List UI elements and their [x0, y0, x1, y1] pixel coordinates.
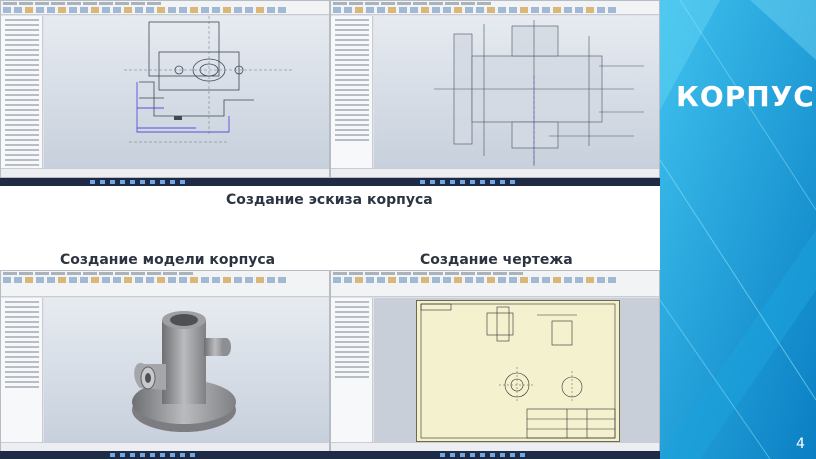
ribbon-toolbar — [1, 1, 329, 15]
decorative-panel — [660, 0, 816, 459]
page-number: 4 — [796, 436, 805, 452]
slide-title: КОРПУС — [676, 80, 815, 113]
model-browser-panel — [331, 298, 373, 442]
status-bar — [1, 442, 329, 451]
sketch-screenshot-left — [0, 0, 330, 178]
caption-model: Создание модели корпуса — [60, 252, 276, 268]
status-bar — [1, 168, 329, 177]
sketch-drawing — [124, 16, 294, 143]
taskbar — [0, 451, 330, 459]
ribbon-toolbar — [331, 1, 659, 15]
model-screenshot — [0, 270, 330, 452]
sketch-screenshot-right — [330, 0, 660, 178]
model-browser-panel — [1, 16, 43, 168]
sketch-viewport — [44, 16, 329, 168]
caption-drawing: Создание чертежа — [420, 252, 573, 268]
ribbon-toolbar — [1, 271, 329, 297]
status-bar — [331, 168, 659, 177]
diagonal-stripes-graphic — [660, 0, 816, 459]
ribbon-toolbar — [331, 271, 659, 297]
taskbar — [0, 178, 330, 186]
model-viewport — [44, 298, 329, 442]
drawing-screenshot — [330, 270, 660, 452]
housing-3d-model — [132, 311, 236, 432]
status-bar — [331, 442, 659, 451]
drawing-sheet — [416, 300, 620, 442]
drawing-viewport — [374, 298, 659, 442]
sketch-drawing — [434, 20, 644, 166]
model-browser-panel — [331, 16, 373, 168]
technical-drawing — [420, 303, 616, 439]
model-browser-panel — [1, 298, 43, 442]
sketch-viewport — [374, 16, 659, 168]
taskbar — [330, 178, 660, 186]
taskbar — [330, 451, 660, 459]
caption-sketch: Создание эскиза корпуса — [226, 192, 433, 208]
